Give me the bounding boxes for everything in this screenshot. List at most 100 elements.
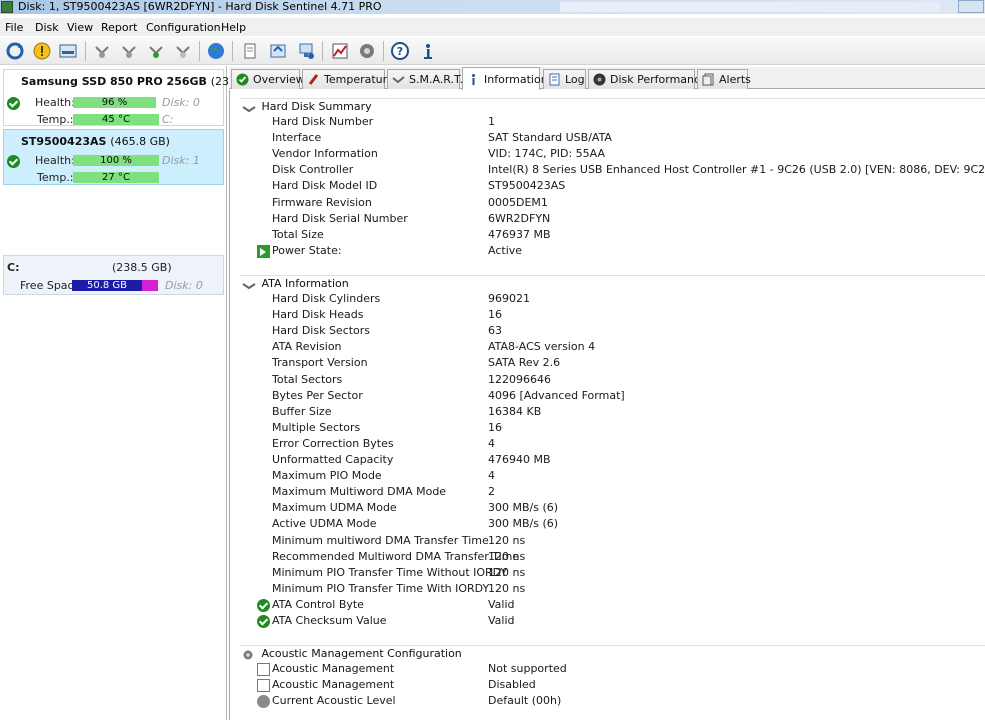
app-icon bbox=[1, 1, 13, 13]
satellite-icon[interactable] bbox=[90, 39, 114, 63]
info-value: 476940 MB bbox=[488, 453, 551, 466]
volume-card-c[interactable]: C: (238.5 GB) Free Space 50.8 GB Disk: 0 bbox=[3, 255, 224, 295]
temperature-bar: 27 °C bbox=[73, 172, 159, 183]
tab-information[interactable]: Information bbox=[462, 67, 548, 90]
info-key: Hard Disk Cylinders bbox=[272, 292, 381, 305]
info-row: Current Acoustic Level Default (00h) bbox=[230, 693, 985, 709]
menu-disk[interactable]: Disk bbox=[35, 21, 59, 34]
checkbox-icon[interactable] bbox=[257, 679, 270, 693]
info-key: Hard Disk Serial Number bbox=[272, 211, 408, 225]
window-close-button[interactable] bbox=[958, 0, 984, 13]
temperature-value: 27 °C bbox=[102, 172, 130, 183]
network-icon[interactable] bbox=[294, 39, 318, 63]
chart-icon[interactable] bbox=[328, 39, 352, 63]
info-key: Minimum PIO Transfer Time With IORDY bbox=[272, 581, 490, 595]
disk-card-st9500423as[interactable]: ST9500423AS (465.8 GB) Health: 100 % Dis… bbox=[3, 129, 224, 185]
info-key: Recommended Multiword DMA Transfer Time bbox=[272, 549, 520, 563]
info-key: Acoustic Management bbox=[272, 662, 395, 675]
info-value: 122096646 bbox=[488, 372, 551, 386]
menu-configuration[interactable]: Configuration bbox=[146, 21, 221, 34]
info-key: ATA Checksum Value bbox=[272, 614, 387, 627]
menu-bar: File Disk View Report Configuration Help bbox=[0, 18, 985, 36]
info-value: 2 bbox=[488, 485, 495, 499]
info-key: Acoustic Management bbox=[272, 678, 395, 692]
info-value: SATA Rev 2.6 bbox=[488, 356, 561, 370]
speaker-icon[interactable] bbox=[355, 39, 379, 63]
info-row: Recommended Multiword DMA Transfer Time 1… bbox=[230, 549, 985, 565]
info-value: 6WR2DFYN bbox=[488, 211, 551, 225]
tab-temperature[interactable]: Temperature bbox=[302, 69, 394, 89]
info-key: Minimum multiword DMA Transfer Time bbox=[272, 533, 489, 547]
disk-window-icon[interactable] bbox=[56, 39, 80, 63]
info-value: 4 bbox=[488, 469, 495, 483]
health-label: Health: bbox=[35, 96, 75, 109]
info-key: Interface bbox=[272, 131, 322, 145]
info-row: Hard Disk Sectors 63 bbox=[230, 323, 985, 339]
health-bar: 96 % bbox=[73, 97, 156, 108]
satellite-icon[interactable] bbox=[171, 39, 195, 63]
info-value: 16 bbox=[488, 420, 502, 434]
info-row: Hard Disk Serial Number 6WR2DFYN bbox=[230, 211, 985, 227]
info-key: Maximum UDMA Mode bbox=[272, 501, 397, 515]
check-icon bbox=[257, 598, 270, 612]
title-bar-background bbox=[560, 2, 940, 12]
menu-view[interactable]: View bbox=[67, 21, 93, 34]
info-key: Hard Disk Sectors bbox=[272, 324, 371, 338]
disk-card-samsung[interactable]: Samsung SSD 850 PRO 256GB (238.5 GB) Hea… bbox=[3, 69, 270, 126]
info-row: ATA Revision ATA8-ACS version 4 bbox=[230, 339, 985, 355]
alert-icon[interactable] bbox=[30, 39, 54, 63]
info-row: Total Sectors 122096646 bbox=[230, 372, 985, 388]
section-hard-disk-summary: Hard Disk Summary bbox=[242, 100, 372, 113]
svg-text:?: ? bbox=[397, 45, 403, 58]
info-value: Valid bbox=[488, 597, 515, 611]
info-value: 63 bbox=[488, 324, 502, 338]
tab-disk-performance[interactable]: Disk Performance bbox=[588, 69, 707, 89]
health-value: 100 % bbox=[100, 155, 132, 166]
info-key: Maximum Multiword DMA Mode bbox=[272, 485, 447, 499]
info-key: Error Correction Bytes bbox=[272, 436, 394, 450]
info-key: Power State: bbox=[272, 243, 342, 257]
menu-file[interactable]: File bbox=[5, 21, 23, 34]
title-bar: Disk: 1, ST9500423AS [6WR2DFYN] - Hard D… bbox=[0, 0, 985, 14]
info-row: Maximum PIO Mode 4 bbox=[230, 468, 985, 484]
help-icon[interactable]: ? bbox=[388, 39, 412, 63]
volume-letter: C: bbox=[7, 261, 20, 274]
disk-number: Disk: 0 bbox=[165, 279, 203, 292]
section-acoustic-management: Acoustic Management Configuration bbox=[242, 647, 462, 660]
info-key: Firmware Revision bbox=[272, 195, 372, 209]
checkbox-icon[interactable] bbox=[257, 663, 270, 676]
info-key: Maximum PIO Mode bbox=[272, 469, 382, 483]
tab-alerts[interactable]: Alerts bbox=[697, 69, 751, 89]
info-value: Not supported bbox=[488, 662, 567, 675]
info-key: Total Sectors bbox=[272, 372, 343, 386]
satellite-icon[interactable] bbox=[117, 39, 141, 63]
info-value: 0005DEM1 bbox=[488, 195, 548, 209]
info-key: Current Acoustic Level bbox=[272, 694, 396, 708]
info-row: Unformatted Capacity 476940 MB bbox=[230, 452, 985, 468]
tab-log[interactable]: Log bbox=[543, 69, 586, 89]
sync-icon[interactable] bbox=[266, 39, 290, 63]
info-row: Maximum Multiword DMA Mode 2 bbox=[230, 484, 985, 500]
info-row: Hard Disk Cylinders 969021 bbox=[230, 291, 985, 307]
document-icon[interactable] bbox=[238, 39, 262, 63]
refresh-icon[interactable] bbox=[3, 39, 27, 63]
menu-help[interactable]: Help bbox=[221, 21, 246, 34]
tab-overview[interactable]: Overview bbox=[231, 69, 305, 89]
info-row: Interface SAT Standard USB/ATA bbox=[230, 130, 985, 146]
info-row: Transport Version SATA Rev 2.6 bbox=[230, 355, 985, 371]
info-row: Maximum UDMA Mode 300 MB/s (6) bbox=[230, 500, 985, 516]
info-value: 476937 MB bbox=[488, 227, 551, 241]
section-ata-information: ATA Information bbox=[242, 277, 349, 290]
tab-smart[interactable]: S.M.A.R.T. bbox=[387, 69, 463, 89]
info-icon[interactable] bbox=[416, 39, 440, 63]
info-key: Active UDMA Mode bbox=[272, 517, 377, 531]
health-ok-icon bbox=[7, 97, 20, 110]
info-key: Hard Disk Number bbox=[272, 115, 374, 128]
satellite-icon[interactable] bbox=[144, 39, 168, 63]
info-row: Active UDMA Mode 300 MB/s (6) bbox=[230, 516, 985, 532]
info-row: Hard Disk Heads 16 bbox=[230, 307, 985, 323]
menu-report[interactable]: Report bbox=[101, 21, 137, 34]
info-value: 120 ns bbox=[488, 549, 526, 563]
info-row: Disk Controller Intel(R) 8 Series USB Enh… bbox=[230, 162, 985, 178]
globe-icon[interactable] bbox=[204, 39, 228, 63]
